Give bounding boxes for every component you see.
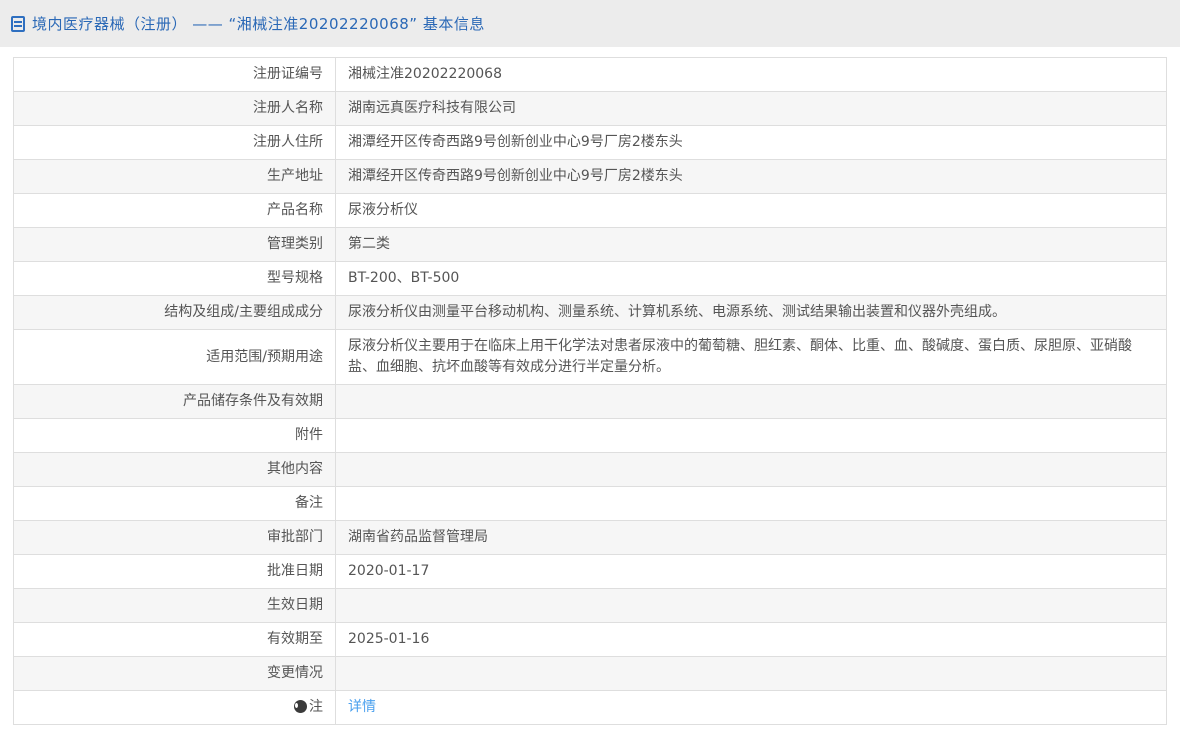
row-label-text: 生产地址 bbox=[267, 168, 323, 184]
row-label: 产品储存条件及有效期 bbox=[14, 385, 336, 419]
row-label-text: 产品储存条件及有效期 bbox=[183, 393, 323, 409]
row-label-text: 管理类别 bbox=[267, 236, 323, 252]
row-value bbox=[336, 453, 1167, 487]
row-label: 有效期至 bbox=[14, 623, 336, 657]
row-value bbox=[336, 385, 1167, 419]
row-label-text: 注册人名称 bbox=[253, 100, 323, 116]
table-row: 变更情况 bbox=[14, 657, 1167, 691]
document-icon bbox=[11, 16, 25, 32]
row-value: 尿液分析仪主要用于在临床上用干化学法对患者尿液中的葡萄糖、胆红素、酮体、比重、血… bbox=[336, 330, 1167, 385]
row-label: 生产地址 bbox=[14, 160, 336, 194]
table-row: 结构及组成/主要组成成分 尿液分析仪由测量平台移动机构、测量系统、计算机系统、电源… bbox=[14, 296, 1167, 330]
page-title: 境内医疗器械（注册） —— “湘械注准20202220068” 基本信息 bbox=[32, 13, 485, 34]
row-value: 尿液分析仪由测量平台移动机构、测量系统、计算机系统、电源系统、测试结果输出装置和… bbox=[336, 296, 1167, 330]
table-row: 生效日期 bbox=[14, 589, 1167, 623]
table-row: 有效期至 2025-01-16 bbox=[14, 623, 1167, 657]
table-row: 注册人住所 湘潭经开区传奇西路9号创新创业中心9号厂房2楼东头 bbox=[14, 126, 1167, 160]
row-label-text: 注册证编号 bbox=[253, 66, 323, 82]
row-value: 尿液分析仪 bbox=[336, 194, 1167, 228]
row-value: BT-200、BT-500 bbox=[336, 262, 1167, 296]
row-label-text: 有效期至 bbox=[267, 631, 323, 647]
table-row: 审批部门 湖南省药品监督管理局 bbox=[14, 521, 1167, 555]
row-label: 注册人住所 bbox=[14, 126, 336, 160]
note-icon bbox=[294, 700, 307, 713]
row-label: 变更情况 bbox=[14, 657, 336, 691]
row-value-text: 尿液分析仪 bbox=[348, 202, 418, 218]
row-value-text: 2025-01-16 bbox=[348, 631, 429, 647]
row-label-text: 其他内容 bbox=[267, 461, 323, 477]
row-value bbox=[336, 487, 1167, 521]
row-label-text: 注册人住所 bbox=[253, 134, 323, 150]
row-label-text: 变更情况 bbox=[267, 665, 323, 681]
row-value: 2020-01-17 bbox=[336, 555, 1167, 589]
row-label: 适用范围/预期用途 bbox=[14, 330, 336, 385]
table-row: 产品储存条件及有效期 bbox=[14, 385, 1167, 419]
row-label-text: 批准日期 bbox=[267, 563, 323, 579]
row-value-text: 湘械注准20202220068 bbox=[348, 66, 502, 82]
row-label: 型号规格 bbox=[14, 262, 336, 296]
row-label: 批准日期 bbox=[14, 555, 336, 589]
row-value-text: 湖南远真医疗科技有限公司 bbox=[348, 100, 516, 116]
row-label: 管理类别 bbox=[14, 228, 336, 262]
table-row: 管理类别 第二类 bbox=[14, 228, 1167, 262]
row-value-text: 尿液分析仪主要用于在临床上用干化学法对患者尿液中的葡萄糖、胆红素、酮体、比重、血… bbox=[348, 338, 1132, 375]
row-value: 湘潭经开区传奇西路9号创新创业中心9号厂房2楼东头 bbox=[336, 160, 1167, 194]
row-label-text: 适用范围/预期用途 bbox=[206, 349, 323, 365]
table-row: 注 详情 bbox=[14, 691, 1167, 725]
row-value: 湘械注准20202220068 bbox=[336, 58, 1167, 92]
row-label: 审批部门 bbox=[14, 521, 336, 555]
row-value-text: 湘潭经开区传奇西路9号创新创业中心9号厂房2楼东头 bbox=[348, 134, 683, 150]
detail-link[interactable]: 详情 bbox=[348, 699, 376, 715]
row-value: 详情 bbox=[336, 691, 1167, 725]
row-value-text: 湖南省药品监督管理局 bbox=[348, 529, 488, 545]
registration-info-table: 注册证编号湘械注准20202220068注册人名称湖南远真医疗科技有限公司注册人… bbox=[13, 57, 1167, 725]
row-value-text: 第二类 bbox=[348, 236, 390, 252]
row-value-text: 湘潭经开区传奇西路9号创新创业中心9号厂房2楼东头 bbox=[348, 168, 683, 184]
row-label-text: 审批部门 bbox=[267, 529, 323, 545]
row-value bbox=[336, 657, 1167, 691]
row-value bbox=[336, 589, 1167, 623]
row-label: 注 bbox=[14, 691, 336, 725]
row-value bbox=[336, 419, 1167, 453]
table-row: 注册证编号 湘械注准20202220068 bbox=[14, 58, 1167, 92]
row-label-text: 备注 bbox=[295, 495, 323, 511]
row-label-text: 结构及组成/主要组成成分 bbox=[164, 304, 323, 320]
row-label: 其他内容 bbox=[14, 453, 336, 487]
row-value: 第二类 bbox=[336, 228, 1167, 262]
table-row: 备注 bbox=[14, 487, 1167, 521]
row-value-text: 尿液分析仪由测量平台移动机构、测量系统、计算机系统、电源系统、测试结果输出装置和… bbox=[348, 304, 1006, 320]
row-label: 生效日期 bbox=[14, 589, 336, 623]
table-row: 附件 bbox=[14, 419, 1167, 453]
row-label-text: 型号规格 bbox=[267, 270, 323, 286]
page-header: 境内医疗器械（注册） —— “湘械注准20202220068” 基本信息 bbox=[0, 0, 1180, 47]
row-value: 2025-01-16 bbox=[336, 623, 1167, 657]
table-row: 适用范围/预期用途 尿液分析仪主要用于在临床上用干化学法对患者尿液中的葡萄糖、胆红… bbox=[14, 330, 1167, 385]
row-label-text: 注 bbox=[309, 699, 323, 715]
table-row: 批准日期 2020-01-17 bbox=[14, 555, 1167, 589]
row-label-text: 附件 bbox=[295, 427, 323, 443]
table-row: 型号规格 BT-200、BT-500 bbox=[14, 262, 1167, 296]
row-value: 湖南远真医疗科技有限公司 bbox=[336, 92, 1167, 126]
row-label-text: 生效日期 bbox=[267, 597, 323, 613]
row-label: 结构及组成/主要组成成分 bbox=[14, 296, 336, 330]
table-container: 注册证编号湘械注准20202220068注册人名称湖南远真医疗科技有限公司注册人… bbox=[0, 47, 1180, 725]
row-value: 湖南省药品监督管理局 bbox=[336, 521, 1167, 555]
table-row: 产品名称 尿液分析仪 bbox=[14, 194, 1167, 228]
row-label: 注册人名称 bbox=[14, 92, 336, 126]
row-label: 注册证编号 bbox=[14, 58, 336, 92]
table-row: 注册人名称 湖南远真医疗科技有限公司 bbox=[14, 92, 1167, 126]
table-row: 生产地址 湘潭经开区传奇西路9号创新创业中心9号厂房2楼东头 bbox=[14, 160, 1167, 194]
row-label-text: 产品名称 bbox=[267, 202, 323, 218]
row-value-text: 2020-01-17 bbox=[348, 563, 429, 579]
row-value-text: BT-200、BT-500 bbox=[348, 270, 459, 286]
row-label: 备注 bbox=[14, 487, 336, 521]
row-value: 湘潭经开区传奇西路9号创新创业中心9号厂房2楼东头 bbox=[336, 126, 1167, 160]
row-label: 附件 bbox=[14, 419, 336, 453]
table-row: 其他内容 bbox=[14, 453, 1167, 487]
row-label: 产品名称 bbox=[14, 194, 336, 228]
